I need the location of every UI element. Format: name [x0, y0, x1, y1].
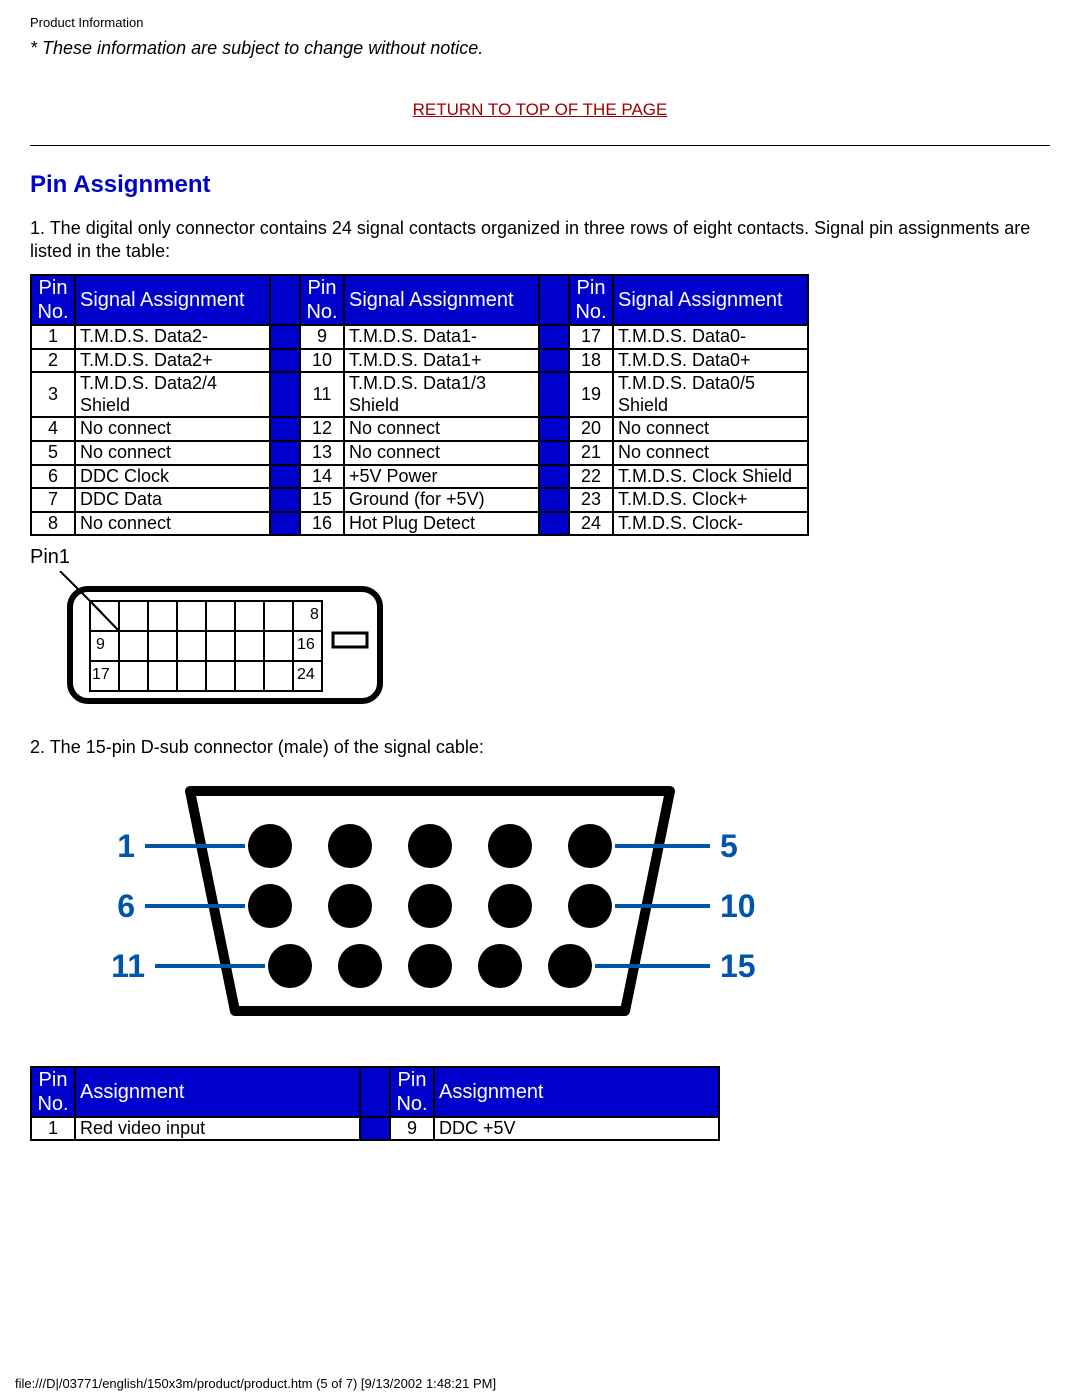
- description-1: 1. The digital only connector contains 2…: [30, 217, 1050, 262]
- svg-text:8: 8: [310, 606, 319, 623]
- dsub-connector-diagram: 1 6 11 5 10 15: [70, 771, 1050, 1036]
- pin1-label: Pin1: [30, 546, 1050, 569]
- table-header-row: Pin No. Assignment Pin No. Assignment: [32, 1068, 718, 1116]
- pin-table-15: Pin No. Assignment Pin No. Assignment 1R…: [30, 1066, 720, 1142]
- col-header-pin: Pin No.: [570, 276, 612, 324]
- table-header-row: Pin No. Signal Assignment Pin No. Signal…: [32, 276, 807, 324]
- svg-text:17: 17: [92, 666, 110, 683]
- table-row: 8No connect16Hot Plug Detect24T.M.D.S. C…: [32, 513, 807, 535]
- table-row: 7DDC Data15Ground (for +5V)23T.M.D.S. Cl…: [32, 489, 807, 511]
- col-header-pin: Pin No.: [301, 276, 343, 324]
- change-notice: * These information are subject to chang…: [30, 38, 1050, 59]
- col-header-assign: Assignment: [435, 1068, 718, 1116]
- svg-text:24: 24: [297, 666, 315, 683]
- col-header-pin: Pin No.: [32, 1068, 74, 1116]
- svg-text:10: 10: [720, 888, 756, 924]
- svg-text:5: 5: [720, 828, 738, 864]
- section-title: Pin Assignment: [30, 171, 1050, 199]
- svg-text:6: 6: [117, 888, 135, 924]
- col-header-pin: Pin No.: [391, 1068, 433, 1116]
- svg-text:1: 1: [117, 828, 135, 864]
- table-spacer: [540, 276, 568, 324]
- return-to-top-link[interactable]: RETURN TO TOP OF THE PAGE: [413, 100, 668, 119]
- svg-text:15: 15: [720, 948, 756, 984]
- table-row: 3T.M.D.S. Data2/4 Shield11T.M.D.S. Data1…: [32, 373, 807, 416]
- svg-text:9: 9: [96, 636, 105, 653]
- pin-table-24: Pin No. Signal Assignment Pin No. Signal…: [30, 274, 809, 536]
- return-link-wrap: RETURN TO TOP OF THE PAGE: [30, 99, 1050, 120]
- col-header-signal: Signal Assignment: [76, 276, 269, 324]
- table-row: 1Red video input 9DDC +5V: [32, 1118, 718, 1140]
- footer-file-path: file:///D|/03771/english/150x3m/product/…: [0, 1370, 1080, 1397]
- table-spacer: [361, 1068, 389, 1116]
- dvi-connector-diagram: 8 9 16 17 24: [30, 571, 1050, 716]
- col-header-signal: Signal Assignment: [614, 276, 807, 324]
- page-header: Product Information: [30, 15, 1050, 30]
- svg-text:11: 11: [111, 948, 145, 984]
- table-row: 6DDC Clock14+5V Power22T.M.D.S. Clock Sh…: [32, 466, 807, 488]
- table-row: 2T.M.D.S. Data2+10T.M.D.S. Data1+18T.M.D…: [32, 350, 807, 372]
- description-2: 2. The 15-pin D-sub connector (male) of …: [30, 736, 1050, 759]
- table-row: 5No connect13No connect21No connect: [32, 442, 807, 464]
- col-header-pin: Pin No.: [32, 276, 74, 324]
- col-header-signal: Signal Assignment: [345, 276, 538, 324]
- table-row: 1T.M.D.S. Data2-9T.M.D.S. Data1-17T.M.D.…: [32, 326, 807, 348]
- svg-text:16: 16: [297, 636, 315, 653]
- table-row: 4No connect12No connect20No connect: [32, 418, 807, 440]
- col-header-assign: Assignment: [76, 1068, 359, 1116]
- divider: [30, 145, 1050, 146]
- table-spacer: [271, 276, 299, 324]
